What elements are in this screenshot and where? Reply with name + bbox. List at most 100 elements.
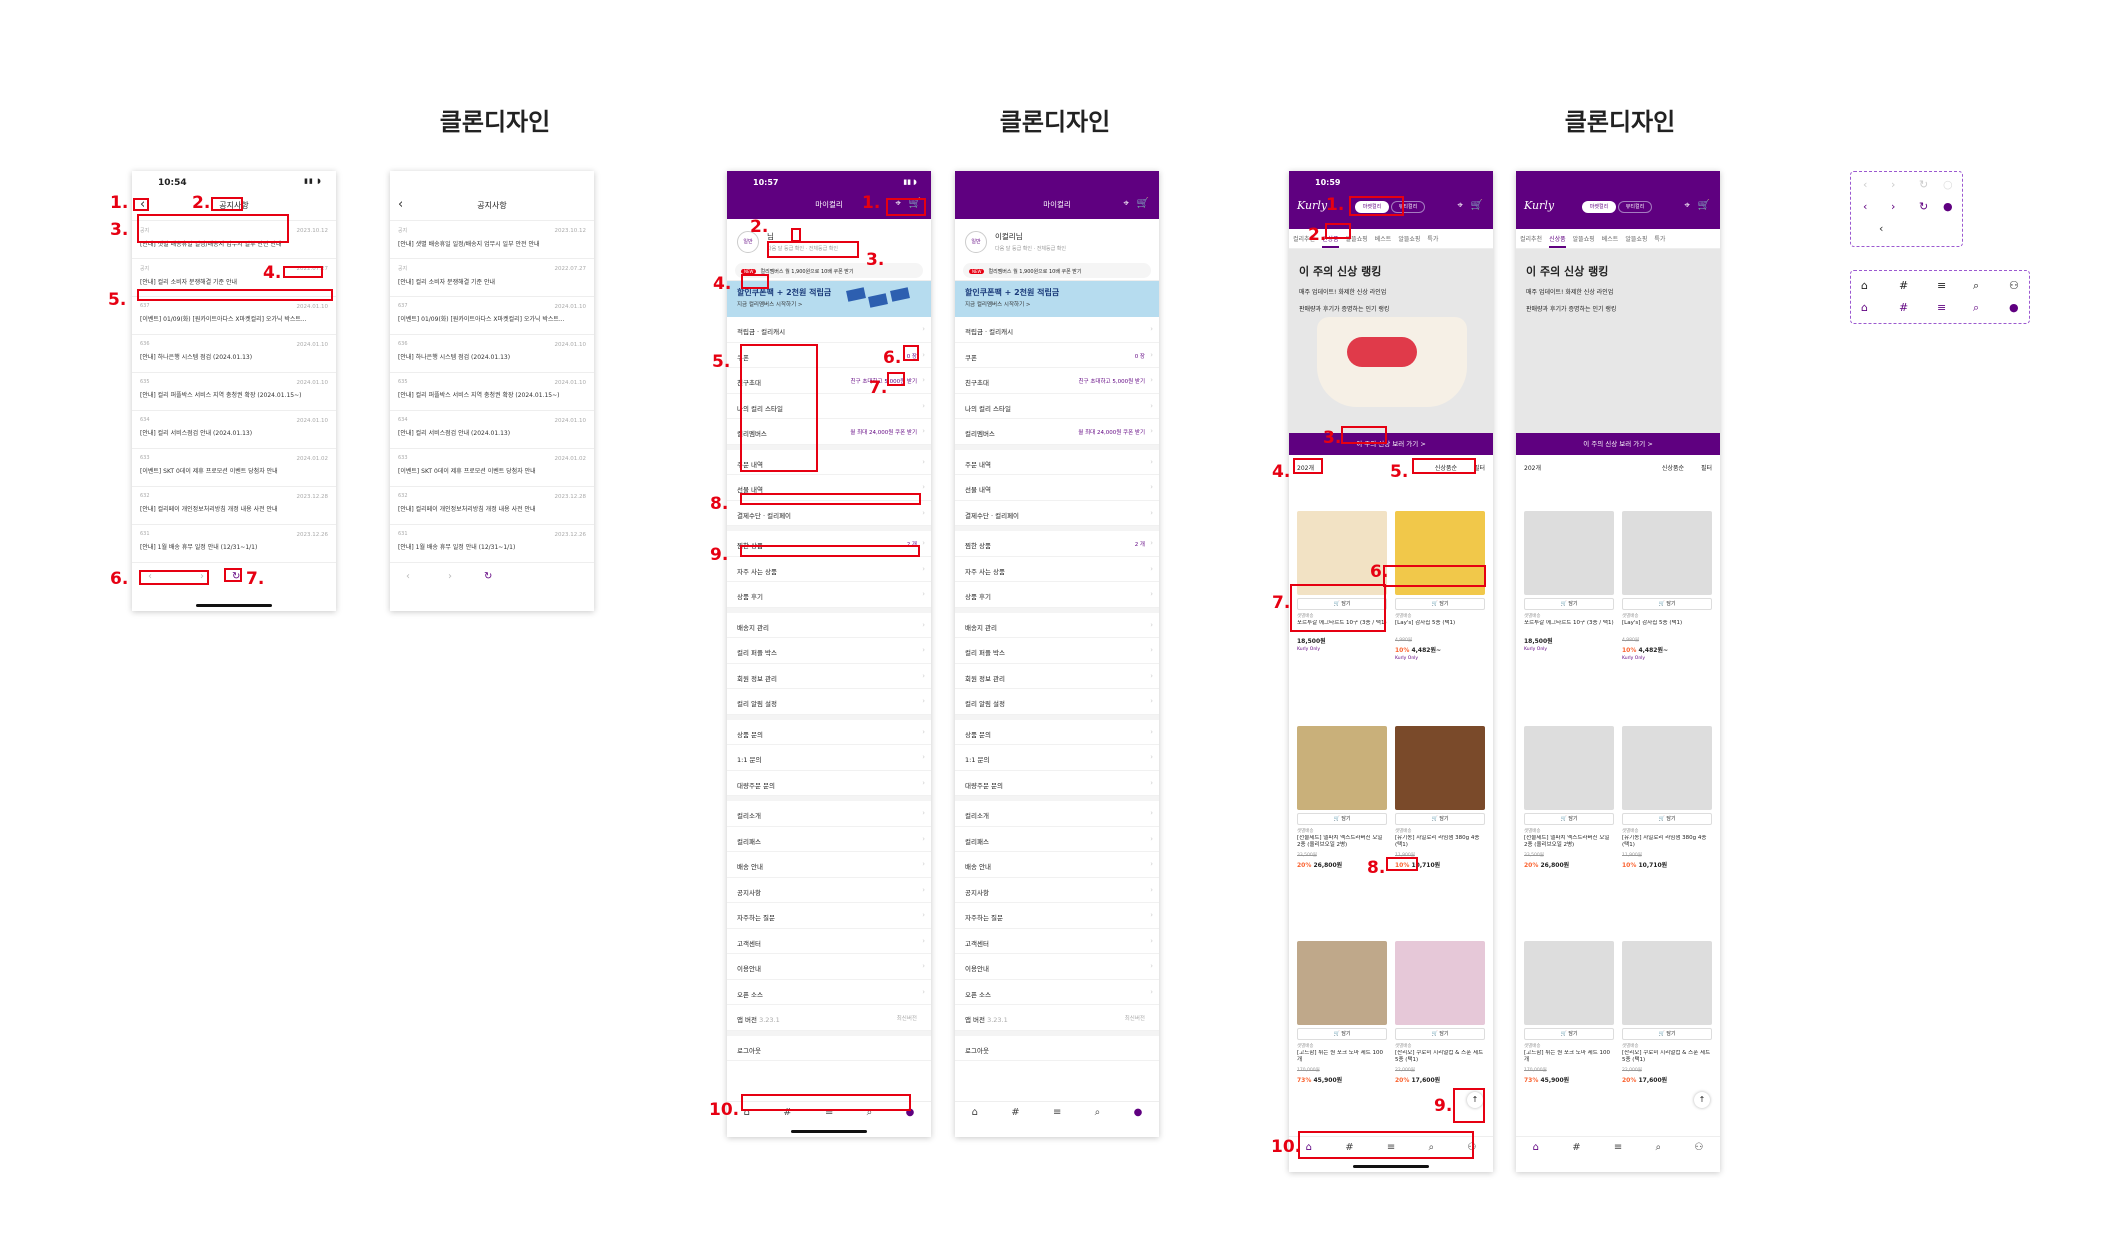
product-card[interactable]: 🛒 담기 샛별배송 [고드함] 튀는 원 포크 도마 세트 100개 170,000원… bbox=[1297, 941, 1387, 1084]
add-to-cart-button[interactable]: 🛒 담기 bbox=[1524, 813, 1614, 825]
home-icon[interactable]: ⌂ bbox=[1306, 1142, 1312, 1153]
refresh-icon[interactable]: ↻ bbox=[232, 571, 240, 582]
menu-row[interactable]: 1:1 문의 › bbox=[727, 745, 931, 771]
hashtag-icon[interactable]: # bbox=[1345, 1142, 1353, 1153]
category-tab[interactable]: 신상품 bbox=[1549, 234, 1566, 248]
cart-icon[interactable]: 🛒 bbox=[1471, 200, 1483, 211]
add-to-cart-button[interactable]: 🛒 담기 bbox=[1524, 598, 1614, 610]
notice-row[interactable]: 공지 2022.07.27 [안내] 컬리 소비자 분쟁해결 기준 안내 bbox=[132, 259, 336, 297]
menu-row[interactable]: 대량주문 문의 › bbox=[727, 771, 931, 796]
product-card[interactable]: 🛒 담기 샛별배송 [Lay's] 감자칩 5종 (택1) 4,980원 10% 4,4… bbox=[1622, 511, 1712, 661]
location-icon[interactable]: ⌖ bbox=[1684, 200, 1690, 211]
menu-row[interactable]: 회원 정보 관리 › bbox=[727, 664, 931, 689]
menu-row[interactable]: 컬리 알림 설정 › bbox=[727, 689, 931, 715]
market-kurly-tab[interactable]: 마켓컬리 bbox=[1582, 201, 1616, 213]
menu-row[interactable]: 컬리패스 › bbox=[955, 827, 1159, 852]
logout-button[interactable]: 로그아웃 bbox=[955, 1036, 1159, 1061]
add-to-cart-button[interactable]: 🛒 담기 bbox=[1395, 813, 1485, 825]
menu-row[interactable]: 오픈 소스 › bbox=[727, 980, 931, 1005]
user-icon[interactable]: ⚇ bbox=[1467, 1142, 1476, 1153]
product-card[interactable]: 🛒 담기 샛별배송 [선물세트] 델파치 엑스트라버진 오일 2종 (올리브오일 2… bbox=[1297, 726, 1387, 869]
product-image[interactable] bbox=[1395, 511, 1485, 595]
menu-row[interactable]: 결제수단 · 컬리페이 › bbox=[955, 501, 1159, 526]
refresh-icon[interactable]: ↻ bbox=[484, 571, 492, 582]
coupon-banner[interactable]: 할인쿠폰팩 + 2천원 적립금 지금 컬리멤버스 시작하기 > bbox=[727, 281, 931, 317]
menu-row[interactable]: 컬리멤버스 월 최대 24,000원 쿠폰 받기 › bbox=[955, 419, 1159, 445]
menu-row[interactable]: 결제수단 · 컬리페이 › bbox=[727, 501, 931, 526]
notice-row[interactable]: 공지 2023.10.12 [안내] 샛별 배송휴일 일정/배송지 업무시 일부 안… bbox=[390, 221, 594, 259]
menu-row[interactable]: 주문 내역 › bbox=[727, 450, 931, 475]
prev-page-icon[interactable]: ‹ bbox=[406, 571, 410, 582]
product-image[interactable] bbox=[1524, 941, 1614, 1025]
all-grade-link[interactable]: 전체등급 확인 bbox=[809, 246, 838, 252]
menu-row[interactable]: 공지사항 › bbox=[955, 878, 1159, 903]
add-to-cart-button[interactable]: 🛒 담기 bbox=[1524, 1028, 1614, 1040]
menu-row[interactable]: 고객센터 › bbox=[727, 929, 931, 954]
notice-row[interactable]: 633 2024.01.02 [이벤트] SKT 0데이 제휴 프로모션 이벤트 당… bbox=[390, 449, 594, 487]
sort-dropdown[interactable]: 신상품순 bbox=[1662, 463, 1684, 472]
product-image[interactable] bbox=[1297, 726, 1387, 810]
product-image[interactable] bbox=[1297, 511, 1387, 595]
filter-button[interactable]: 필터 bbox=[1474, 463, 1485, 472]
menu-row[interactable]: 자주 사는 상품 › bbox=[727, 557, 931, 582]
location-icon[interactable]: ⌖ bbox=[895, 198, 901, 209]
category-tab[interactable]: 컬리추천 bbox=[1520, 234, 1542, 248]
next-page-icon[interactable]: › bbox=[448, 571, 452, 582]
product-image[interactable] bbox=[1524, 726, 1614, 810]
membership-pill[interactable]: NEW 컬리멤버스 월 1,900원으로 10배 쿠폰 받기 bbox=[963, 263, 1151, 278]
notice-row[interactable]: 공지 2023.10.12 [안내] 샛별 배송휴일 일정/배송지 업무시 일부 안… bbox=[132, 221, 336, 259]
menu-row[interactable]: 찜한 상품 2 개 › bbox=[955, 531, 1159, 557]
notice-row[interactable]: 631 2023.12.26 [안내] 1월 배송 휴무 일정 안내 (12/31~… bbox=[390, 525, 594, 563]
menu-row[interactable]: 컬리멤버스 월 최대 24,000원 쿠폰 받기 › bbox=[727, 419, 931, 445]
kurly-logo[interactable]: Kurly bbox=[1297, 199, 1327, 212]
menu-row[interactable]: 나의 컬리 스타일 › bbox=[955, 394, 1159, 419]
logout-button[interactable]: 로그아웃 bbox=[727, 1036, 931, 1061]
product-card[interactable]: 🛒 담기 샛별배송 [산리오] 쿠로미 시리얼컵 & 스푼 세트 5종 (택1) 22… bbox=[1395, 941, 1485, 1084]
market-kurly-tab[interactable]: 마켓컬리 bbox=[1355, 201, 1389, 213]
scroll-top-button[interactable]: ↑ bbox=[1467, 1092, 1483, 1108]
add-to-cart-button[interactable]: 🛒 담기 bbox=[1297, 598, 1387, 610]
search-icon[interactable]: ⌕ bbox=[1656, 1142, 1662, 1153]
cart-icon[interactable]: 🛒 bbox=[1137, 198, 1149, 209]
menu-row[interactable]: 선물 내역 › bbox=[955, 475, 1159, 501]
menu-row[interactable]: 공지사항 › bbox=[727, 878, 931, 903]
home-icon[interactable]: ⌂ bbox=[972, 1107, 978, 1118]
notice-row[interactable]: 637 2024.01.10 [이벤트] 01/09(화) [원카이트아다스 X마켓… bbox=[132, 297, 336, 335]
menu-row[interactable]: 이용안내 › bbox=[955, 954, 1159, 980]
menu-row[interactable]: 친구초대 친구 초대하고 5,000원 받기 › bbox=[955, 368, 1159, 394]
menu-row[interactable]: 나의 컬리 스타일 › bbox=[727, 394, 931, 419]
product-card[interactable]: 🛒 담기 샛별배송 [Lay's] 감자칩 5종 (택1) 4,980원 10% 4,4… bbox=[1395, 511, 1485, 661]
notice-row[interactable]: 636 2024.01.10 [안내] 하나은행 시스템 점검 (2024.01.1… bbox=[390, 335, 594, 373]
search-icon[interactable]: ⌕ bbox=[1429, 1142, 1435, 1153]
menu-row[interactable]: 1:1 문의 › bbox=[955, 745, 1159, 771]
menu-row[interactable]: 적립금 · 컬리캐시 › bbox=[727, 317, 931, 343]
notice-row[interactable]: 631 2023.12.26 [안내] 1월 배송 휴무 일정 안내 (12/31~… bbox=[132, 525, 336, 563]
menu-row[interactable]: 자주 사는 상품 › bbox=[955, 557, 1159, 582]
menu-row[interactable]: 찜한 상품 2 개 › bbox=[727, 531, 931, 557]
next-grade-link[interactable]: 다음 달 등급 확인 bbox=[767, 246, 804, 252]
notice-row[interactable]: 634 2024.01.10 [안내] 컬리 서비스점검 안내 (2024.01.1… bbox=[132, 411, 336, 449]
add-to-cart-button[interactable]: 🛒 담기 bbox=[1622, 1028, 1712, 1040]
menu-row[interactable]: 배송지 관리 › bbox=[955, 613, 1159, 638]
search-icon[interactable]: ⌕ bbox=[867, 1107, 873, 1118]
cart-icon[interactable]: 🛒 bbox=[1698, 200, 1710, 211]
notice-row[interactable]: 633 2024.01.02 [이벤트] SKT 0데이 제휴 프로모션 이벤트 당… bbox=[132, 449, 336, 487]
filter-button[interactable]: 필터 bbox=[1701, 463, 1712, 472]
menu-row[interactable]: 자주하는 질문 › bbox=[955, 903, 1159, 929]
menu-row[interactable]: 컬리 알림 설정 › bbox=[955, 689, 1159, 715]
home-icon[interactable]: ⌂ bbox=[1533, 1142, 1539, 1153]
menu-row[interactable]: 적립금 · 컬리캐시 › bbox=[955, 317, 1159, 343]
membership-pill[interactable]: NEW 컬리멤버스 월 1,900원으로 10배 쿠폰 받기 bbox=[735, 263, 923, 278]
menu-icon[interactable]: ≡ bbox=[1387, 1142, 1395, 1153]
menu-row[interactable]: 친구초대 친구 초대하고 5,000원 받기 › bbox=[727, 368, 931, 394]
notice-row[interactable]: 636 2024.01.10 [안내] 하나은행 시스템 점검 (2024.01.1… bbox=[132, 335, 336, 373]
next-grade-link[interactable]: 다음 달 등급 확인 bbox=[995, 246, 1032, 252]
hero-cta-button[interactable]: 이 주의 신상 보러 가기 > bbox=[1516, 433, 1720, 455]
notice-row[interactable]: 632 2023.12.28 [안내] 컬리페이 개인정보처리방침 개정 내용 사전… bbox=[132, 487, 336, 525]
menu-row[interactable]: 쿠폰 0 장 › bbox=[955, 343, 1159, 368]
scroll-top-button[interactable]: ↑ bbox=[1694, 1092, 1710, 1108]
hero-banner[interactable]: 이 주의 신상 랭킹 매주 업데이트! 화제한 신상 라인업 판매량과 후기가 … bbox=[1289, 249, 1493, 433]
category-tab[interactable]: 알뜰쇼핑 bbox=[1573, 234, 1595, 248]
location-icon[interactable]: ⌖ bbox=[1123, 198, 1129, 209]
product-card[interactable]: 🛒 담기 샛별배송 [산리오] 쿠로미 시리얼컵 & 스푼 세트 5종 (택1) 22… bbox=[1622, 941, 1712, 1084]
